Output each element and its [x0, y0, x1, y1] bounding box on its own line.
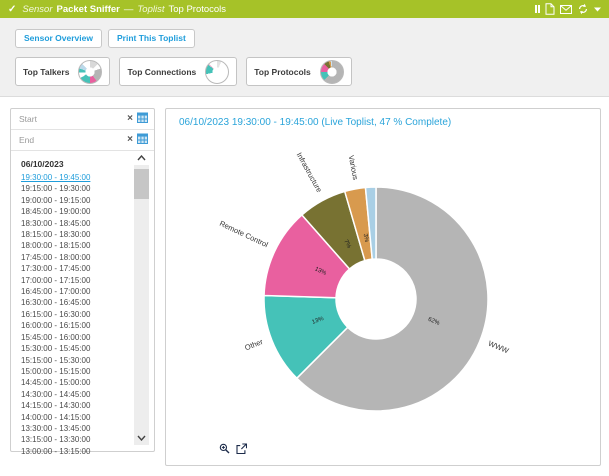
time-range-item[interactable]: 19:00:00 - 19:15:00 — [21, 195, 150, 206]
tab-label: Top Connections — [127, 67, 196, 77]
top-protocols-pie-icon — [320, 60, 344, 84]
slice-name-label: Infrastructure — [295, 151, 324, 194]
time-range-item[interactable]: 14:00:00 - 14:15:00 — [21, 412, 150, 423]
scrollbar-down-button[interactable] — [134, 431, 149, 445]
clear-icon[interactable]: × — [127, 135, 133, 145]
scrollbar-up-button[interactable] — [134, 151, 149, 165]
separator: — — [124, 4, 134, 15]
toolbar-zone: Sensor Overview Print This Toplist Top T… — [0, 18, 609, 97]
end-date-input[interactable] — [17, 134, 123, 146]
time-range-item[interactable]: 16:30:00 - 16:45:00 — [21, 297, 150, 308]
chart-actions — [219, 443, 247, 454]
time-range-item[interactable]: 18:30:00 - 18:45:00 — [21, 218, 150, 229]
report-icon[interactable] — [545, 3, 555, 15]
scrollbar — [134, 151, 149, 445]
time-range-item[interactable]: 14:30:00 - 14:45:00 — [21, 389, 150, 400]
time-range-item[interactable]: 18:15:00 - 18:30:00 — [21, 229, 150, 240]
start-date-input[interactable] — [17, 113, 123, 125]
end-date-row: × — [11, 130, 154, 151]
calendar-icon[interactable] — [137, 110, 148, 128]
object-type-label: Sensor — [22, 4, 52, 15]
scrollbar-track[interactable] — [134, 165, 149, 431]
open-fullscreen-icon[interactable] — [236, 443, 247, 454]
time-range-item[interactable]: 17:45:00 - 18:00:00 — [21, 252, 150, 263]
print-toplist-button[interactable]: Print This Toplist — [108, 29, 195, 48]
list-date-header: 06/10/2023 — [21, 159, 150, 169]
chart-title: 06/10/2023 19:30:00 - 19:45:00 (Live Top… — [179, 117, 451, 128]
toplist-chart-panel: 06/10/2023 19:30:00 - 19:45:00 (Live Top… — [165, 108, 601, 466]
tab-top-talkers[interactable]: Top Talkers — [15, 57, 110, 86]
time-range-item[interactable]: 15:00:00 - 15:15:00 — [21, 366, 150, 377]
slice-name-label: WWW — [487, 339, 511, 356]
tab-top-protocols[interactable]: Top Protocols — [246, 57, 352, 86]
section-type-label: Toplist — [137, 4, 164, 15]
interval-list: 06/10/2023 19:30:00 - 19:45:0019:15:00 -… — [11, 151, 154, 463]
calendar-icon[interactable] — [137, 131, 148, 149]
zoom-chart-icon[interactable] — [219, 443, 230, 454]
time-range-item[interactable]: 18:45:00 - 19:00:00 — [21, 206, 150, 217]
top-talkers-pie-icon — [78, 60, 102, 84]
toolbar: Sensor Overview Print This Toplist — [15, 29, 195, 48]
sensor-overview-button[interactable]: Sensor Overview — [15, 29, 102, 48]
email-icon[interactable] — [560, 5, 572, 14]
time-range-item[interactable]: 15:15:00 - 15:30:00 — [21, 355, 150, 366]
time-range-item[interactable]: 19:30:00 - 19:45:00 — [21, 172, 150, 183]
protocols-donut-chart: 62%WWW13%Other13%Remote Control7%Infrast… — [166, 133, 602, 443]
time-range-item[interactable]: 16:15:00 - 16:30:00 — [21, 309, 150, 320]
scrollbar-thumb[interactable] — [134, 169, 149, 199]
time-range-item[interactable]: 15:30:00 - 15:45:00 — [21, 343, 150, 354]
time-range-item[interactable]: 16:00:00 - 16:15:00 — [21, 320, 150, 331]
time-range-item[interactable]: 19:15:00 - 19:30:00 — [21, 183, 150, 194]
time-range-item[interactable]: 13:00:00 - 13:15:00 — [21, 446, 150, 457]
time-range-item[interactable]: 15:45:00 - 16:00:00 — [21, 332, 150, 343]
sensor-header-bar: ✓ Sensor Packet Sniffer — Toplist Top Pr… — [0, 0, 609, 18]
caret-down-icon[interactable] — [594, 7, 601, 12]
time-range-item[interactable]: 14:15:00 - 14:30:00 — [21, 400, 150, 411]
time-range-item[interactable]: 17:30:00 - 17:45:00 — [21, 263, 150, 274]
tab-top-connections[interactable]: Top Connections — [119, 57, 237, 86]
slice-name-label: Various — [347, 154, 361, 180]
section-name: Top Protocols — [168, 4, 226, 15]
sensor-name[interactable]: Packet Sniffer — [57, 4, 120, 15]
refresh-icon[interactable] — [577, 3, 589, 15]
time-range-item[interactable]: 18:00:00 - 18:15:00 — [21, 240, 150, 251]
time-range-item[interactable]: 16:45:00 - 17:00:00 — [21, 286, 150, 297]
pause-icon[interactable] — [535, 5, 541, 13]
time-range-item[interactable]: 13:15:00 - 13:30:00 — [21, 434, 150, 445]
slice-name-label: Other — [243, 337, 264, 352]
start-date-row: × — [11, 109, 154, 130]
clear-icon[interactable]: × — [127, 114, 133, 124]
toplist-tabs: Top Talkers Top Connections Top Protocol… — [15, 57, 352, 86]
slice-name-label: Remote Control — [218, 219, 270, 250]
time-range-item[interactable]: 14:45:00 - 15:00:00 — [21, 377, 150, 388]
tab-label: Top Talkers — [23, 67, 69, 77]
tab-label: Top Protocols — [254, 67, 311, 77]
time-range-item[interactable]: 13:30:00 - 13:45:00 — [21, 423, 150, 434]
time-range-item[interactable]: 17:00:00 - 17:15:00 — [21, 275, 150, 286]
interval-list-panel: × × 06/10/2023 19:30:00 - 19:45:0019:15:… — [10, 108, 155, 452]
top-connections-pie-icon — [205, 60, 229, 84]
status-ok-icon: ✓ — [8, 4, 16, 15]
